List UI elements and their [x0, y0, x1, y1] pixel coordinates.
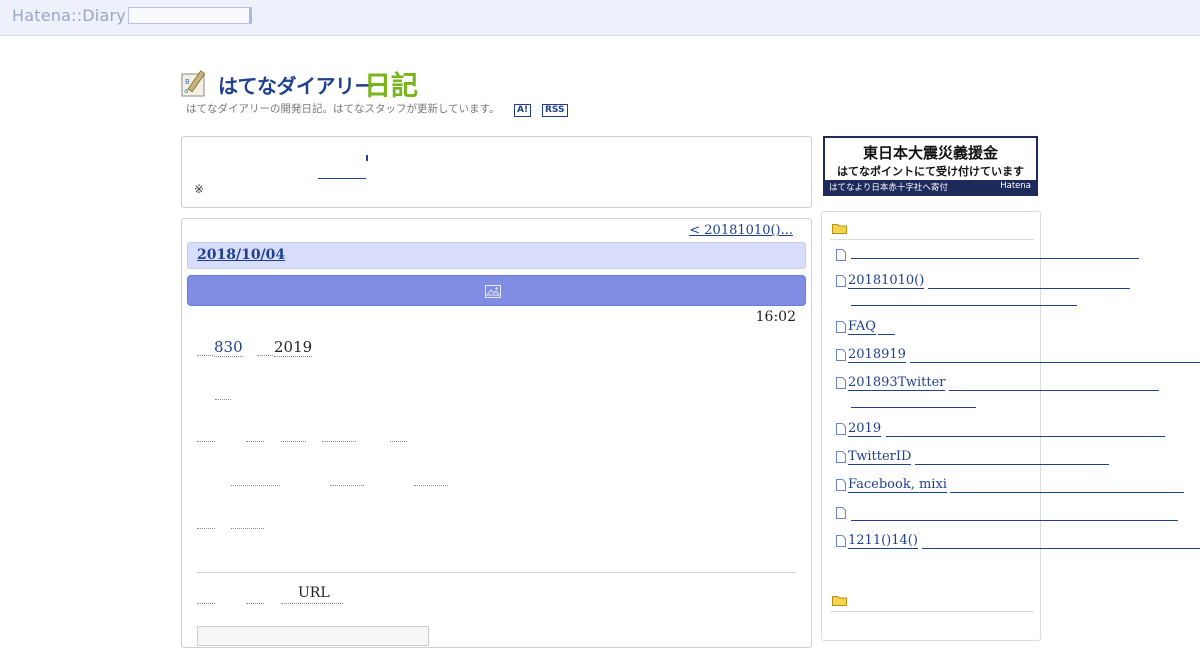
entry-date-link[interactable]: 2018/10/04: [197, 247, 285, 263]
page-icon: [836, 450, 846, 463]
site-title[interactable]: はてなダイアリー: [218, 70, 375, 99]
link-underline: [851, 258, 1139, 259]
page-icon: [836, 422, 846, 435]
recent-entry-link[interactable]: 2018919: [848, 347, 906, 363]
notice-tick: [366, 155, 368, 161]
notice-mark: ※: [194, 182, 205, 196]
page-icon: [836, 478, 846, 491]
recent-entry-link[interactable]: 20181010(): [848, 273, 925, 289]
page-icon: [836, 506, 846, 519]
text-blank: [281, 441, 306, 442]
diary-notebook-icon: B C a: [181, 70, 206, 97]
link-underline: [950, 492, 1184, 493]
year-text: 2019: [274, 338, 313, 357]
link-underline: [949, 390, 1159, 391]
embed-box[interactable]: [197, 626, 429, 646]
text-blank: [197, 355, 213, 356]
recent-entry-item[interactable]: [836, 505, 848, 520]
recent-entry-link[interactable]: 1211()14(): [848, 533, 918, 549]
text-blank: [197, 441, 215, 442]
banner-subtitle: はてなポイントにて受け付けています: [837, 165, 1024, 178]
notice-box: ※: [181, 136, 812, 208]
link-underline: [886, 436, 1165, 437]
entry-title-bar[interactable]: [187, 275, 806, 306]
link-underline: [851, 520, 1178, 521]
section-divider: [830, 611, 1034, 612]
text-blank: [246, 441, 264, 442]
divider: [197, 572, 796, 573]
banner-footer-right: Hatena: [1000, 181, 1031, 191]
recent-entry-item[interactable]: [836, 247, 848, 262]
recent-entry-item[interactable]: FAQ: [836, 319, 876, 335]
text-blank: [257, 355, 273, 356]
sidebar: 20181010() FAQ 2018919 201893Twitter 201…: [821, 211, 1200, 641]
recent-entry-link[interactable]: Facebook, mixi: [848, 477, 947, 493]
text-blank: [322, 441, 356, 442]
recent-entry-item[interactable]: TwitterID: [836, 449, 912, 465]
recent-entry-link[interactable]: TwitterID: [848, 449, 912, 465]
recent-entry-link[interactable]: 2019: [848, 421, 882, 437]
top-bar: Hatena::Diary: [0, 0, 1200, 36]
link-underline: [922, 548, 1200, 549]
text-blank: [197, 528, 215, 529]
notice-link[interactable]: [318, 157, 366, 179]
rss-badge[interactable]: RSS: [542, 104, 568, 117]
a-bookmark-badge[interactable]: A!: [514, 104, 532, 117]
text-blank: [414, 485, 448, 486]
recent-entry-item[interactable]: 2019: [836, 421, 882, 437]
site-title-accent[interactable]: 日記: [364, 64, 418, 103]
text-blank: [215, 399, 231, 400]
text-blank: [390, 441, 407, 442]
text-blank: [197, 603, 215, 604]
link-underline: [915, 464, 1109, 465]
donation-banner[interactable]: 東日本大震災義援金 はてなポイントにて受け付けています はてなより日本赤十字社へ…: [823, 136, 1038, 196]
number-link[interactable]: 830: [214, 338, 243, 357]
site-description: はてなダイアリーの開発日記。はてなスタッフが更新しています。: [186, 103, 500, 115]
page-icon: [836, 534, 846, 547]
text-blank: [330, 485, 364, 486]
page-icon: [836, 248, 846, 261]
banner-footer: はてなより日本赤十字社へ寄付 Hatena: [825, 180, 1036, 194]
recent-entry-item[interactable]: 2018919: [836, 347, 906, 363]
recent-entry-item[interactable]: Facebook, mixi: [836, 477, 947, 493]
folder-icon: [832, 224, 847, 234]
banner-title: 東日本大震災義援金: [862, 144, 998, 162]
link-underline: [851, 407, 976, 408]
previous-entry-link[interactable]: < 20181010()...: [689, 223, 801, 238]
date-header: 2018/10/04: [187, 242, 806, 269]
search-input[interactable]: [128, 7, 252, 24]
folder-icon: [832, 596, 847, 606]
page-icon: [836, 274, 846, 287]
url-label: URL: [298, 585, 330, 601]
recent-entry-item[interactable]: 1211()14(): [836, 533, 918, 549]
page-icon: [836, 320, 846, 333]
link-underline: [910, 362, 1200, 363]
image-icon: [485, 285, 501, 298]
svg-text:a: a: [184, 87, 188, 95]
link-underline: [928, 288, 1130, 289]
text-blank: [231, 485, 280, 486]
page-icon: [836, 376, 846, 389]
entry-section: < 20181010()... 2018/10/04 16:02 830 201…: [181, 218, 812, 648]
text-blank: [231, 528, 264, 529]
text-blank: [246, 603, 264, 604]
page-icon: [836, 348, 846, 361]
entry-time: 16:02: [755, 309, 796, 325]
section-divider: [830, 239, 1034, 240]
link-underline: [878, 334, 895, 335]
banner-footer-left: はてなより日本赤十字社へ寄付: [829, 183, 948, 193]
text-blank: [281, 603, 343, 604]
link-underline: [851, 305, 1077, 306]
recent-entry-link[interactable]: 201893Twitter: [848, 375, 946, 391]
hatena-diary-logo[interactable]: Hatena::Diary: [12, 6, 126, 25]
site-header: B C a はてなダイアリー 日記 はてなダイアリーの開発日記。はてなスタッフが…: [180, 66, 800, 122]
recent-entry-item[interactable]: 201893Twitter: [836, 375, 946, 391]
recent-entry-item[interactable]: 20181010(): [836, 273, 925, 289]
recent-entry-link[interactable]: FAQ: [848, 319, 876, 335]
